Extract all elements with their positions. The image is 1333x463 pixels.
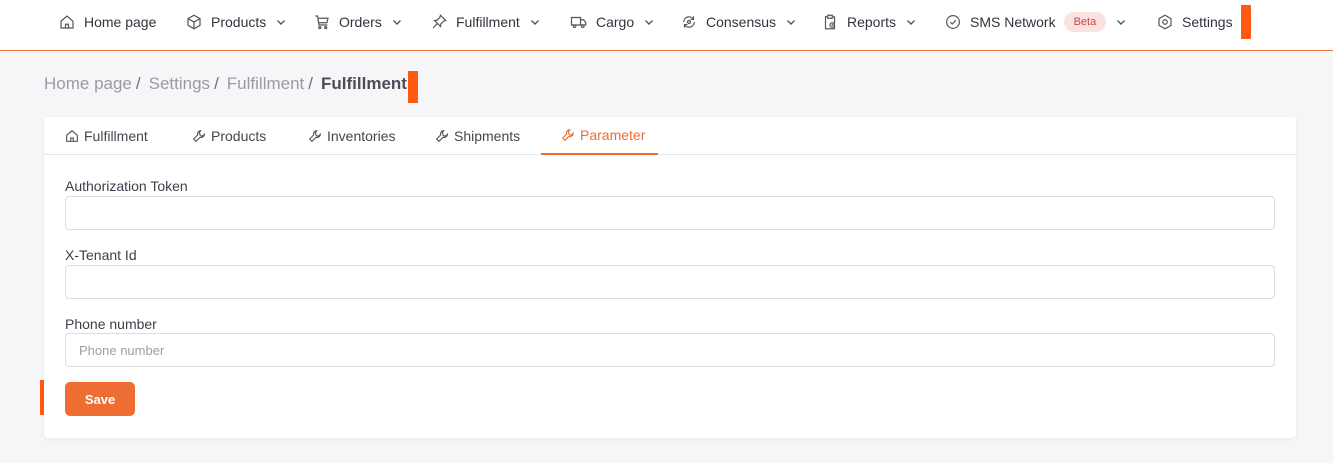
home-icon [58, 13, 76, 31]
authorization-token-label: Authorization Token [65, 178, 188, 194]
nav-item-products[interactable]: Products [185, 0, 287, 44]
chevron-down-icon [785, 16, 797, 28]
hexagon-settings-icon [1156, 13, 1174, 31]
breadcrumb-fulfillment[interactable]: Fulfillment [227, 74, 304, 94]
tab-label: Fulfillment [84, 128, 148, 144]
nav-item-label: Settings [1182, 14, 1233, 30]
breadcrumb: Home page / Settings / Fulfillment / Ful… [44, 73, 407, 95]
nav-item-sms-network[interactable]: SMS Network Beta [944, 0, 1127, 44]
nav-item-label: Orders [339, 14, 382, 30]
tab-products[interactable]: Products [191, 117, 266, 155]
nav-item-orders[interactable]: Orders [313, 0, 403, 44]
nav-item-label: SMS Network [970, 14, 1056, 30]
check-circle-icon [944, 13, 962, 31]
x-tenant-id-label: X-Tenant Id [65, 247, 137, 263]
sync-icon [680, 13, 698, 31]
nav-item-label: Cargo [596, 14, 635, 30]
breadcrumb-separator: / [214, 74, 219, 93]
nav-item-reports[interactable]: Reports [821, 0, 917, 44]
breadcrumb-home-page[interactable]: Home page [44, 74, 132, 94]
settings-card: Fulfillment Products Inventories Shipmen… [44, 117, 1296, 438]
breadcrumb-settings[interactable]: Settings [149, 74, 210, 94]
tab-parameter[interactable]: Parameter [541, 117, 658, 155]
nav-item-consensus[interactable]: Consensus [680, 0, 797, 44]
tab-bar: Fulfillment Products Inventories Shipmen… [44, 117, 1296, 155]
home-icon [64, 128, 80, 144]
save-button[interactable]: Save [65, 382, 135, 416]
wrench-icon [191, 128, 207, 144]
nav-item-label: Reports [847, 14, 897, 30]
wrench-icon [307, 128, 323, 144]
chevron-down-icon [529, 16, 541, 28]
nav-item-settings[interactable]: Settings [1156, 0, 1233, 44]
chevron-down-icon [1115, 16, 1127, 28]
tab-shipments[interactable]: Shipments [434, 117, 520, 155]
clipboard-icon [821, 13, 839, 31]
nav-item-label: Products [211, 14, 267, 30]
highlight-marker [408, 71, 418, 103]
chevron-down-icon [275, 16, 287, 28]
pin-icon [430, 13, 448, 31]
x-tenant-id-input[interactable] [65, 265, 1275, 299]
beta-badge: Beta [1063, 12, 1107, 32]
breadcrumb-current-page: Fulfillment [321, 74, 407, 93]
phone-number-label: Phone number [65, 316, 157, 332]
wrench-icon [560, 127, 576, 143]
cart-icon [313, 13, 331, 31]
authorization-token-input[interactable] [65, 196, 1275, 230]
nav-item-cargo[interactable]: Cargo [570, 0, 655, 44]
tab-inventories[interactable]: Inventories [307, 117, 395, 155]
top-navigation-bar: Home page Products Orders Fulfillment Ca… [0, 0, 1333, 51]
phone-number-input[interactable] [65, 333, 1275, 367]
truck-icon [570, 13, 588, 31]
tab-label: Products [211, 128, 267, 144]
tab-label: Parameter [580, 127, 646, 143]
breadcrumb-separator: / [135, 74, 141, 93]
tab-label: Shipments [454, 128, 521, 144]
tab-label: Inventories [327, 128, 396, 144]
wrench-icon [434, 128, 450, 144]
nav-item-home-page[interactable]: Home page [58, 0, 156, 44]
nav-item-label: Consensus [706, 14, 777, 30]
chevron-down-icon [643, 16, 655, 28]
nav-item-label: Fulfillment [456, 14, 520, 30]
highlight-marker [1241, 5, 1251, 39]
chevron-down-icon [905, 16, 917, 28]
chevron-down-icon [391, 16, 403, 28]
box-icon [185, 13, 203, 31]
nav-item-label: Home page [84, 14, 157, 30]
nav-item-fulfillment[interactable]: Fulfillment [430, 0, 541, 44]
tab-fulfillment[interactable]: Fulfillment [64, 117, 148, 155]
breadcrumb-separator: / [308, 74, 313, 93]
